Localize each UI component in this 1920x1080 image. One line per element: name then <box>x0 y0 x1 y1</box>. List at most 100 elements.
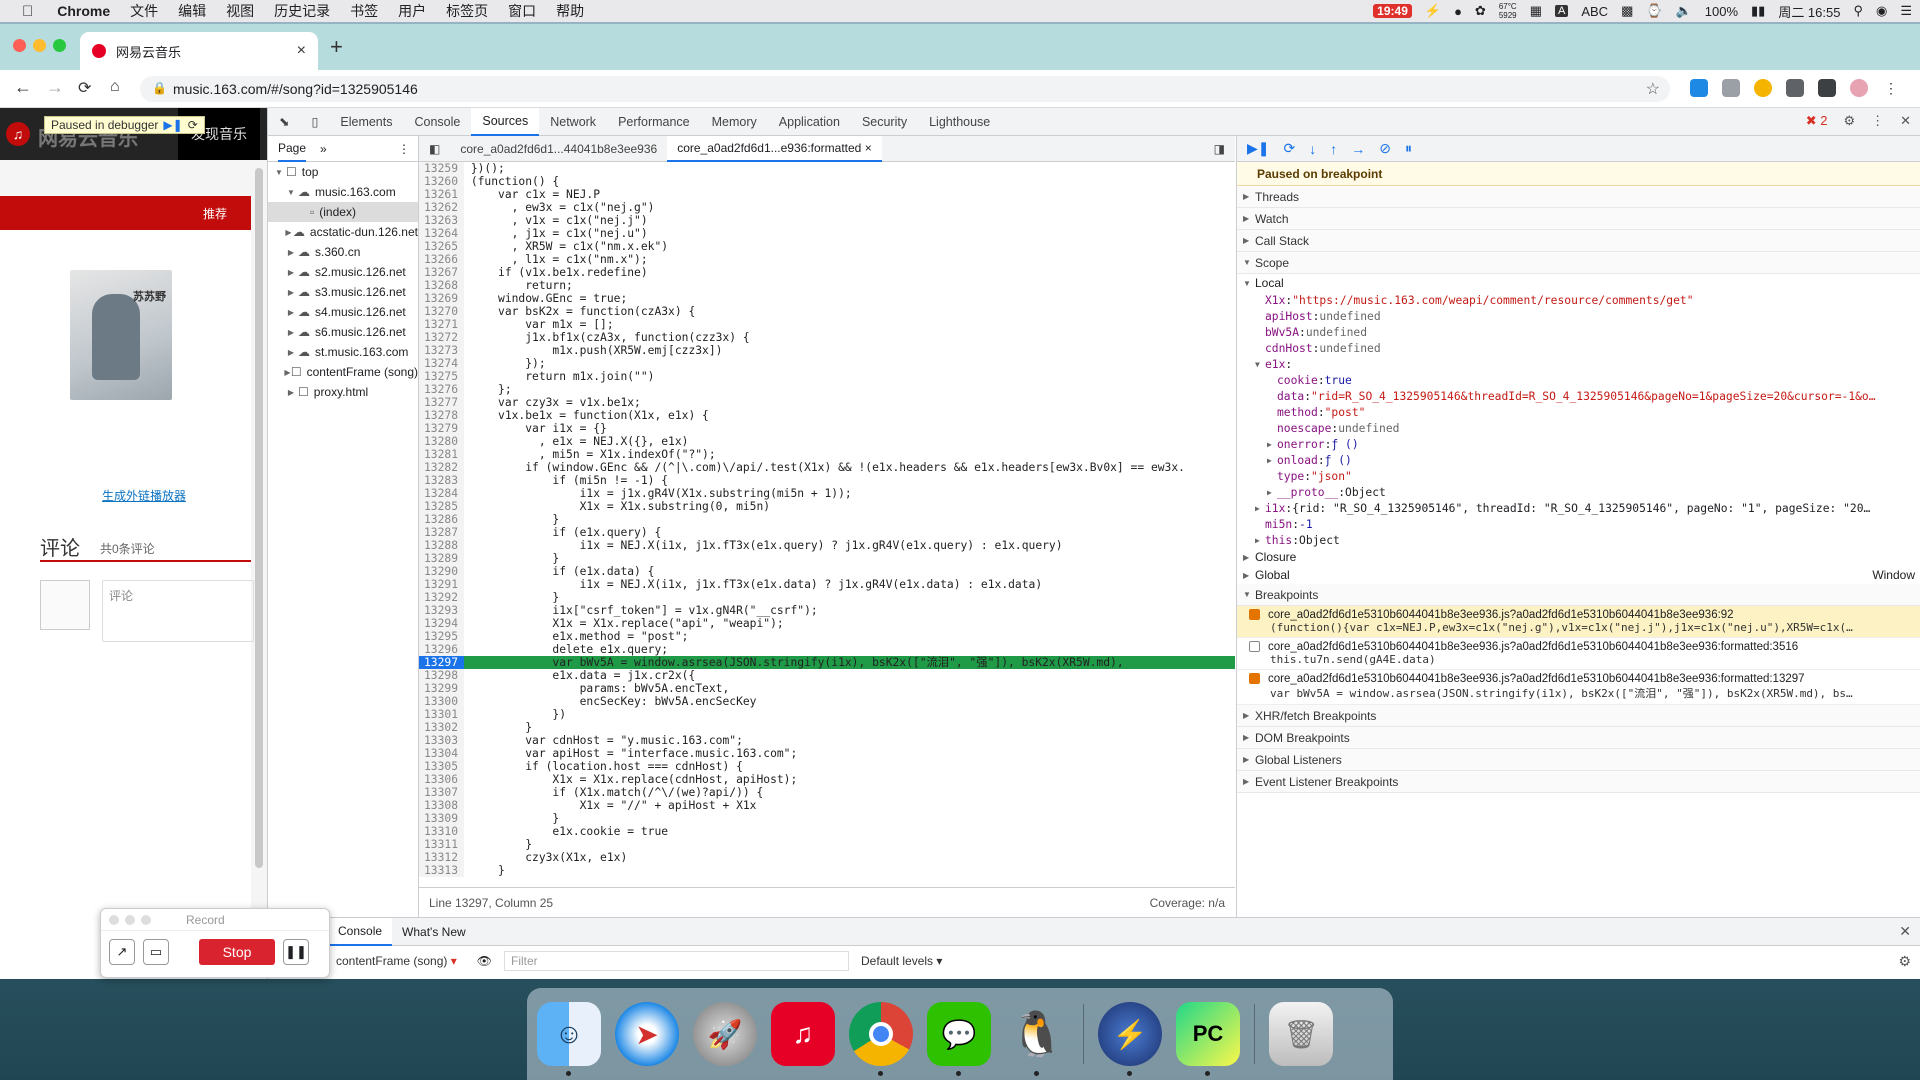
section-event-listener-breakpoints[interactable]: ▶ Event Listener Breakpoints <box>1237 771 1920 793</box>
line-number[interactable]: 13261 <box>419 188 464 201</box>
input-source-label[interactable]: ABC <box>1581 4 1608 19</box>
record-window-mode-icon[interactable]: ▭ <box>143 939 169 965</box>
context-select[interactable]: contentFrame (song) ▾ <box>328 951 465 971</box>
forward-arrow-icon[interactable]: → <box>46 77 64 98</box>
line-number[interactable]: 13287 <box>419 526 464 539</box>
line-number[interactable]: 13303 <box>419 734 464 747</box>
step-into-icon[interactable]: ↓ <box>1309 141 1316 157</box>
file-tree-item[interactable]: ▶ ☐ proxy.html <box>268 382 418 402</box>
browser-tab[interactable]: 网易云音乐 × <box>80 32 318 70</box>
app-menu-chrome[interactable]: Chrome <box>47 3 120 19</box>
line-number[interactable]: 13288 <box>419 539 464 552</box>
file-tree-item[interactable]: ▼ ☁ music.163.com <box>268 182 418 202</box>
menu-window[interactable]: 窗口 <box>498 1 546 21</box>
minimize-window-icon[interactable] <box>33 39 46 52</box>
section-breakpoints[interactable]: ▼ Breakpoints <box>1237 584 1920 606</box>
extension-cursor-icon[interactable] <box>1786 79 1804 97</box>
console-filter-input[interactable]: Filter <box>504 951 849 971</box>
line-number[interactable]: 13309 <box>419 812 464 825</box>
scope-local[interactable]: ▼ Local <box>1237 274 1920 292</box>
code-line[interactable]: 13303 var cdnHost = "y.music.163.com"; <box>419 734 1235 747</box>
scope-variable[interactable]: method: "post" <box>1237 404 1920 420</box>
line-number[interactable]: 13262 <box>419 201 464 214</box>
code-line[interactable]: 13290 if (e1x.data) { <box>419 565 1235 578</box>
bookmark-star-icon[interactable]: ☆ <box>1646 79 1660 99</box>
line-number[interactable]: 13293 <box>419 604 464 617</box>
live-expression-eye-icon[interactable]: 👁 <box>477 954 492 968</box>
code-line[interactable]: 13270 var bsK2x = function(czA3x) { <box>419 305 1235 318</box>
line-number[interactable]: 13271 <box>419 318 464 331</box>
code-line[interactable]: 13281 , mi5n = X1x.indexOf("?"); <box>419 448 1235 461</box>
line-number[interactable]: 13272 <box>419 331 464 344</box>
line-number[interactable]: 13289 <box>419 552 464 565</box>
code-line[interactable]: 13282 if (window.GEnc && /(^|\.com)\/api… <box>419 461 1235 474</box>
file-tree-item[interactable]: ▶ ☁ s4.music.126.net <box>268 302 418 322</box>
code-line[interactable]: 13260 (function() { <box>419 175 1235 188</box>
file-tree-item[interactable]: ▶ ☁ st.music.163.com <box>268 342 418 362</box>
code-line[interactable]: 13266 , l1x = c1x("nm.x"); <box>419 253 1235 266</box>
resume-overlay-icon[interactable]: ▶❚ <box>163 118 182 132</box>
line-number[interactable]: 13294 <box>419 617 464 630</box>
line-number[interactable]: 13296 <box>419 643 464 656</box>
code-line[interactable]: 13304 var apiHost = "interface.music.163… <box>419 747 1235 760</box>
code-line[interactable]: 13313 } <box>419 864 1235 877</box>
scope-closure[interactable]: ▶ Closure <box>1237 548 1920 566</box>
tab-security[interactable]: Security <box>851 108 918 136</box>
breakpoint-item[interactable]: core_a0ad2fd6d1e5310b6044041b8e3ee936.js… <box>1237 670 1920 705</box>
code-line[interactable]: 13296 delete e1x.query; <box>419 643 1235 656</box>
close-drawer-icon[interactable]: ✕ <box>1899 923 1911 940</box>
code-line[interactable]: 13287 if (e1x.query) { <box>419 526 1235 539</box>
finder-icon[interactable]: ☺ <box>537 1002 601 1076</box>
line-number[interactable]: 13273 <box>419 344 464 357</box>
scope-variable[interactable]: type: "json" <box>1237 468 1920 484</box>
line-number[interactable]: 13297 <box>419 656 464 669</box>
code-line[interactable]: 13309 } <box>419 812 1235 825</box>
screen-record-timer[interactable]: 19:49 <box>1373 4 1412 18</box>
navigator-menu-icon[interactable]: ⋮ <box>398 142 410 156</box>
line-number[interactable]: 13299 <box>419 682 464 695</box>
navigator-tab-page[interactable]: Page <box>278 136 307 162</box>
pycharm-icon[interactable]: PC <box>1176 1002 1240 1076</box>
code-line[interactable]: 13272 j1x.bf1x(czA3x, function(czz3x) { <box>419 331 1235 344</box>
scope-variable[interactable]: cookie: true <box>1237 372 1920 388</box>
extension-shield-icon[interactable] <box>1754 79 1772 97</box>
menu-bookmarks[interactable]: 书签 <box>340 1 388 21</box>
scope-global[interactable]: ▶ Global Window <box>1237 566 1920 584</box>
code-line[interactable]: 13284 i1x = j1x.gR4V(X1x.substring(mi5n … <box>419 487 1235 500</box>
close-window-icon[interactable] <box>13 39 26 52</box>
line-number[interactable]: 13311 <box>419 838 464 851</box>
back-arrow-icon[interactable]: ← <box>14 77 32 98</box>
record-pointer-icon[interactable]: ↗ <box>109 939 135 965</box>
file-tree-item[interactable]: ▼ ☐ top <box>268 162 418 182</box>
code-view[interactable]: 13259 })(); 13260 (function() {13261 var … <box>419 162 1235 887</box>
menu-profiles[interactable]: 用户 <box>388 1 436 21</box>
error-counter[interactable]: ✖ 2 <box>1806 113 1828 129</box>
scope-variable[interactable]: apiHost: undefined <box>1237 308 1920 324</box>
inspect-element-icon[interactable]: ⬊ <box>268 108 300 136</box>
line-number[interactable]: 13298 <box>419 669 464 682</box>
code-line[interactable]: 13278 v1x.be1x = function(X1x, e1x) { <box>419 409 1235 422</box>
section-call-stack[interactable]: ▶ Call Stack <box>1237 230 1920 252</box>
scope-variable[interactable]: ▶ onerror: ƒ () <box>1237 436 1920 452</box>
breakpoint-item[interactable]: core_a0ad2fd6d1e5310b6044041b8e3ee936.js… <box>1237 606 1920 638</box>
pause-recording-icon[interactable]: ❚❚ <box>283 939 309 965</box>
code-line[interactable]: 13269 window.GEnc = true; <box>419 292 1235 305</box>
color-wheel-icon[interactable]: ✿ <box>1475 3 1486 19</box>
code-line[interactable]: 13271 var m1x = []; <box>419 318 1235 331</box>
line-number[interactable]: 13307 <box>419 786 464 799</box>
extensions-puzzle-icon[interactable] <box>1818 79 1836 97</box>
scope-variable[interactable]: bWv5A: undefined <box>1237 324 1920 340</box>
line-number[interactable]: 13280 <box>419 435 464 448</box>
close-devtools-icon[interactable]: ✕ <box>1900 113 1911 129</box>
profile-avatar[interactable] <box>1850 79 1868 97</box>
line-number[interactable]: 13277 <box>419 396 464 409</box>
reload-spinner-icon[interactable]: ⟳ <box>78 78 91 98</box>
comment-textarea[interactable]: 评论 <box>102 580 254 642</box>
code-line[interactable]: 13292 } <box>419 591 1235 604</box>
code-line[interactable]: 13305 if (location.host === cdnHost) { <box>419 760 1235 773</box>
code-line[interactable]: 13268 return; <box>419 279 1235 292</box>
drawer-tab-console[interactable]: Console <box>328 917 393 946</box>
tab-application[interactable]: Application <box>768 108 851 136</box>
line-number[interactable]: 13284 <box>419 487 464 500</box>
section-dom-breakpoints[interactable]: ▶ DOM Breakpoints <box>1237 727 1920 749</box>
